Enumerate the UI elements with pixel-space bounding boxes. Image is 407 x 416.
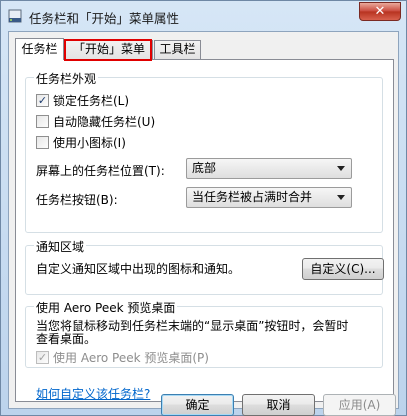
taskbar-tab-panel: 任务栏外观 ✓ 锁定任务栏(L) 自动隐藏任务栏(U) 使用小图标(I) 屏幕上… xyxy=(15,59,394,402)
checkbox-unchecked-icon xyxy=(36,114,49,128)
checkbox-checked-icon: ✓ xyxy=(36,93,49,107)
taskbar-properties-icon xyxy=(8,9,22,23)
chevron-down-icon xyxy=(337,195,345,200)
notification-description: 自定义通知区域中出现的图标和通知。 xyxy=(36,262,241,276)
auto-hide-checkbox[interactable]: 自动隐藏任务栏(U) xyxy=(36,113,155,129)
tab-label: 任务栏 xyxy=(21,42,58,56)
checkbox-label: 使用 Aero Peek 预览桌面(P) xyxy=(53,350,209,365)
taskbar-appearance-group: 任务栏外观 ✓ 锁定任务栏(L) 自动隐藏任务栏(U) 使用小图标(I) 屏幕上… xyxy=(25,70,383,233)
aero-peek-checkbox[interactable]: ✓ 使用 Aero Peek 预览桌面(P) xyxy=(36,349,209,365)
taskbar-buttons-label: 任务栏按钮(B): xyxy=(36,193,118,207)
checkbox-unchecked-icon xyxy=(36,135,49,149)
close-icon: ✕ xyxy=(374,4,386,19)
properties-window: 任务栏和「开始」菜单属性 ✕ 任务栏 「开始」菜单 工具栏 任务栏外观 ✓ 锁定… xyxy=(0,0,407,416)
title-bar[interactable]: 任务栏和「开始」菜单属性 ✕ xyxy=(1,1,406,31)
taskbar-buttons-select[interactable]: 当任务栏被占满时合并 xyxy=(186,187,352,208)
dialog-client-area: 任务栏 「开始」菜单 工具栏 任务栏外观 ✓ 锁定任务栏(L) 自动隐藏任务栏(… xyxy=(8,31,399,409)
aero-peek-description-line2: 查看桌面。 xyxy=(36,332,97,346)
button-label: 确定 xyxy=(185,398,210,412)
checkbox-label: 自动隐藏任务栏(U) xyxy=(53,114,156,129)
cancel-button[interactable]: 取消 xyxy=(242,394,315,416)
close-button[interactable]: ✕ xyxy=(359,2,401,21)
ok-button[interactable]: 确定 xyxy=(161,394,234,416)
tab-toolbars[interactable]: 工具栏 xyxy=(154,40,201,59)
select-value: 当任务栏被占满时合并 xyxy=(192,190,313,204)
tab-label: 「开始」菜单 xyxy=(72,42,145,56)
checkbox-checked-icon: ✓ xyxy=(36,350,49,364)
group-title: 任务栏外观 xyxy=(34,70,99,87)
help-link[interactable]: 如何自定义该任务栏? xyxy=(36,385,150,402)
button-label: 自定义(C)... xyxy=(310,262,376,276)
customize-button[interactable]: 自定义(C)... xyxy=(302,258,384,280)
tab-taskbar[interactable]: 任务栏 xyxy=(15,38,64,60)
button-label: 取消 xyxy=(266,398,291,412)
lock-taskbar-checkbox[interactable]: ✓ 锁定任务栏(L) xyxy=(36,92,129,108)
tab-start-menu[interactable]: 「开始」菜单 xyxy=(65,40,153,59)
group-title: 使用 Aero Peek 预览桌面 xyxy=(34,299,178,316)
window-title: 任务栏和「开始」菜单属性 xyxy=(29,11,180,26)
aero-peek-group: 使用 Aero Peek 预览桌面 当您将鼠标移动到任务栏末端的“显示桌面”按钮… xyxy=(25,299,383,368)
taskbar-location-select[interactable]: 底部 xyxy=(186,158,352,179)
notification-area-group: 通知区域 自定义通知区域中出现的图标和通知。 自定义(C)... xyxy=(25,238,384,295)
checkbox-label: 使用小图标(I) xyxy=(53,135,126,150)
checkbox-label: 锁定任务栏(L) xyxy=(53,93,130,108)
group-title: 通知区域 xyxy=(34,238,87,255)
chevron-down-icon xyxy=(337,166,345,171)
small-icons-checkbox[interactable]: 使用小图标(I) xyxy=(36,134,126,150)
apply-button[interactable]: 应用(A) xyxy=(323,394,396,416)
tab-label: 工具栏 xyxy=(159,42,196,56)
button-label: 应用(A) xyxy=(338,398,381,412)
taskbar-location-label: 屏幕上的任务栏位置(T): xyxy=(36,164,165,178)
select-value: 底部 xyxy=(192,161,217,175)
